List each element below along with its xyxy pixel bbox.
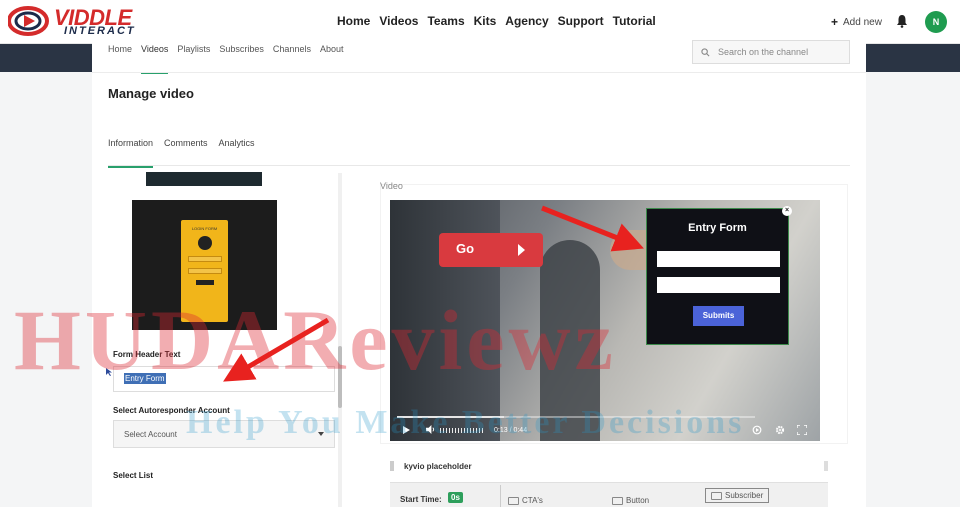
channel-tab-videos[interactable]: Videos xyxy=(141,44,169,74)
form-header-label: Form Header Text xyxy=(113,350,181,359)
divider xyxy=(92,72,866,73)
fullscreen-icon[interactable] xyxy=(797,425,807,435)
start-time-label: Start Time: xyxy=(400,495,442,504)
drag-handle-icon[interactable] xyxy=(824,461,828,471)
play-logo-icon xyxy=(8,6,49,36)
button-option-label: Button xyxy=(626,496,650,505)
channel-tab-subscribes[interactable]: Subscribes xyxy=(219,44,264,74)
brand-logo[interactable]: VIDDLE INTERACT xyxy=(8,4,136,40)
bell-icon[interactable] xyxy=(896,14,908,28)
channel-tab-about[interactable]: About xyxy=(320,44,344,74)
placeholder-label: kyvio placeholder xyxy=(404,461,472,471)
nav-agency[interactable]: Agency xyxy=(505,14,548,28)
select-list-label: Select List xyxy=(113,471,154,480)
scrollbar-thumb[interactable] xyxy=(338,346,342,408)
plus-icon: + xyxy=(831,15,839,29)
subscriber-icon xyxy=(711,491,722,500)
submit-button[interactable]: Submits xyxy=(693,306,744,326)
nav-support[interactable]: Support xyxy=(558,14,604,28)
divider xyxy=(108,165,850,166)
tab-analytics[interactable]: Analytics xyxy=(219,138,255,168)
interaction-toolbar: Start Time: 0s CTA's Button Subscriber xyxy=(390,482,828,507)
volume-icon[interactable] xyxy=(426,425,435,434)
play-icon xyxy=(518,244,525,256)
autoresponder-value: Select Account xyxy=(124,430,177,439)
form-header-input[interactable]: Entry Form xyxy=(113,366,335,392)
thumbnail-strip xyxy=(146,172,262,186)
add-new-label: Add new xyxy=(843,16,882,28)
gear-icon[interactable] xyxy=(775,425,785,435)
nav-videos[interactable]: Videos xyxy=(379,14,418,28)
login-card-title: LOGIN FORM xyxy=(191,226,218,231)
main-nav: Home Videos Teams Kits Agency Support Tu… xyxy=(337,14,665,28)
mouse-cursor-icon xyxy=(106,368,112,376)
go-cta-label: Go xyxy=(456,241,475,256)
login-card-preview: LOGIN FORM xyxy=(181,220,228,322)
placeholder-row: kyvio placeholder xyxy=(390,461,828,471)
close-icon[interactable]: × xyxy=(782,206,792,216)
entry-form-overlay: × Entry Form Submits xyxy=(646,206,792,345)
video-section-label: Video xyxy=(380,181,403,191)
login-field-preview xyxy=(187,268,222,274)
channel-tab-home[interactable]: Home xyxy=(108,44,132,74)
video-background xyxy=(540,240,600,441)
video-time: 0:13 / 0:44 xyxy=(494,427,528,434)
entry-form-field-2[interactable] xyxy=(657,277,780,293)
autoresponder-select[interactable]: Select Account xyxy=(113,420,335,448)
chevron-down-icon xyxy=(318,432,324,436)
replay-icon[interactable] xyxy=(752,425,762,435)
background-strip-left xyxy=(0,44,92,72)
login-form-thumbnail[interactable]: LOGIN FORM xyxy=(132,200,277,330)
channel-tab-playlists[interactable]: Playlists xyxy=(177,44,210,74)
login-field-preview xyxy=(187,256,222,262)
search-placeholder: Search on the channel xyxy=(718,47,809,57)
button-icon xyxy=(612,496,623,505)
background-strip-right xyxy=(866,44,960,72)
cta-option[interactable]: CTA's xyxy=(508,496,543,505)
drag-handle-icon[interactable] xyxy=(390,461,394,471)
tab-comments[interactable]: Comments xyxy=(164,138,208,168)
channel-tabs: Home Videos Playlists Subscribes Channel… xyxy=(108,44,352,74)
button-option[interactable]: Button xyxy=(612,496,649,505)
cta-option-label: CTA's xyxy=(522,496,543,505)
nav-kits[interactable]: Kits xyxy=(474,14,497,28)
tab-information[interactable]: Information xyxy=(108,138,154,168)
start-time-value[interactable]: 0s xyxy=(448,492,463,503)
user-avatar[interactable]: N xyxy=(925,11,947,33)
subscriber-option[interactable]: Subscriber xyxy=(705,488,770,503)
nav-tutorial[interactable]: Tutorial xyxy=(613,14,656,28)
autoresponder-label: Select Autoresponder Account xyxy=(113,406,230,415)
entry-form-title: Entry Form xyxy=(688,222,747,234)
form-header-value: Entry Form xyxy=(124,373,166,384)
divider xyxy=(500,485,501,507)
video-controls: 0:13 / 0:44 xyxy=(390,421,820,441)
video-progress-fill xyxy=(397,416,505,418)
search-icon xyxy=(701,47,710,56)
video-player[interactable]: Go × Entry Form Submits 0:13 / 0:44 xyxy=(390,200,820,441)
add-new-button[interactable]: + Add new xyxy=(831,15,882,29)
page-title: Manage video xyxy=(108,86,194,101)
manage-tabs: Information Comments Analytics xyxy=(108,138,266,168)
channel-search-input[interactable]: Search on the channel xyxy=(692,40,850,64)
play-icon[interactable] xyxy=(403,426,410,434)
user-silhouette-icon xyxy=(197,236,212,250)
nav-home[interactable]: Home xyxy=(337,14,370,28)
login-button-preview xyxy=(195,280,214,285)
go-cta-button[interactable]: Go xyxy=(439,233,543,267)
entry-form-field-1[interactable] xyxy=(657,251,780,267)
volume-slider[interactable] xyxy=(440,428,484,433)
video-progress-bar[interactable] xyxy=(397,416,755,418)
nav-teams[interactable]: Teams xyxy=(427,14,464,28)
scrollbar-track[interactable] xyxy=(338,173,342,507)
subscriber-option-label: Subscriber xyxy=(725,491,764,500)
channel-tab-channels[interactable]: Channels xyxy=(273,44,311,74)
cta-icon xyxy=(508,496,519,505)
